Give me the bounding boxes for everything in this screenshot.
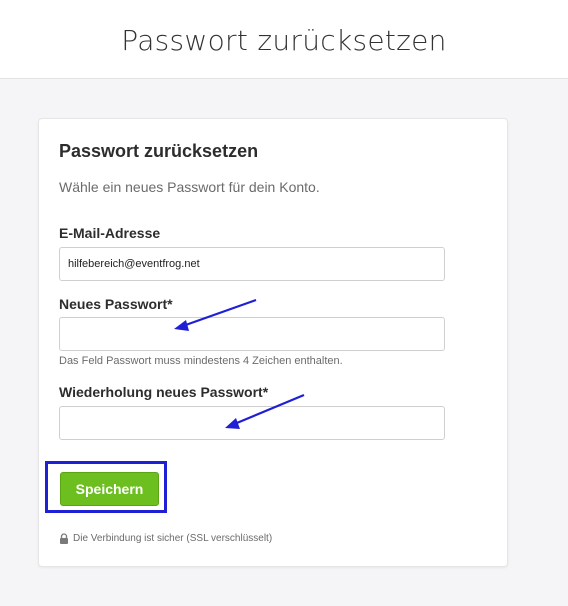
annotation-arrow-icon [225, 393, 305, 429]
card-title: Passwort zurücksetzen [59, 141, 259, 161]
email-label: E-Mail-Adresse [59, 225, 161, 241]
email-field[interactable] [59, 247, 445, 281]
top-header: Passwort zurücksetzen [0, 0, 568, 79]
secure-connection-note: Die Verbindung ist sicher (SSL verschlüs… [59, 533, 272, 544]
lock-icon [60, 533, 68, 544]
new-password-label: Neues Passwort* [59, 296, 173, 312]
annotation-arrow-icon [174, 298, 257, 331]
new-password-hint: Das Feld Passwort muss mindestens 4 Zeic… [59, 355, 343, 367]
page-title: Passwort zurücksetzen [121, 24, 447, 57]
reset-password-card: Passwort zurücksetzen Wähle ein neues Pa… [38, 118, 508, 567]
card-subtitle: Wähle ein neues Passwort für dein Konto. [59, 179, 320, 195]
secure-connection-text: Die Verbindung ist sicher (SSL verschlüs… [73, 533, 273, 544]
save-button[interactable]: Speichern [60, 472, 159, 506]
